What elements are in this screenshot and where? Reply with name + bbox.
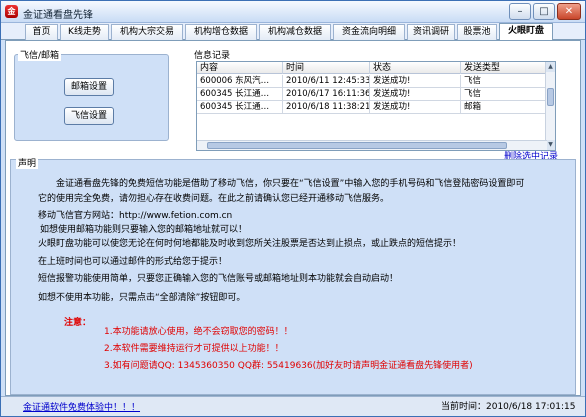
- tab-inst-increase[interactable]: 机构增仓数据: [185, 24, 257, 40]
- col-status[interactable]: 状态: [370, 62, 461, 74]
- title-bar: 金 金证通看盘先锋 – □ ✕: [1, 1, 585, 23]
- statement-line: 移动飞信官方网站：http://www.fetion.com.cn: [38, 211, 233, 221]
- scroll-up-icon[interactable]: ▲: [546, 62, 555, 72]
- tab-inst-decrease[interactable]: 机构减仓数据: [259, 24, 331, 40]
- row-type: 飞信: [461, 88, 547, 101]
- row-status: 发送成功!: [370, 101, 461, 114]
- records-vscrollbar[interactable]: ▲ ▼: [545, 62, 555, 150]
- current-time: 当前时间：2010/6/18 17:01:15: [441, 402, 576, 412]
- statement-line: 短信报警功能使用简单，只要您正确输入您的飞信账号或邮箱地址则本功能就会自动启动！: [38, 274, 399, 284]
- app-window: 金 金证通看盘先锋 – □ ✕ 首页 K线走势 机构大宗交易 机构增仓数据 机构…: [0, 0, 586, 417]
- tab-research[interactable]: 资讯调研: [407, 24, 455, 40]
- statement-line: 在上班时间也可以通过邮件的形式给您于提示！: [38, 257, 228, 267]
- free-trial-link[interactable]: 金证通软件免费体验中！！！: [23, 400, 140, 413]
- row-time: 2010/6/11 12:45:33: [283, 75, 370, 88]
- row-status: 发送成功!: [370, 88, 461, 101]
- statement-line: 金证通看盘先锋的免费短信功能是借助了移动飞信，你只要在“飞信设置”中输入您的手机…: [56, 179, 525, 189]
- fetion-group-label: 飞信/邮箱: [18, 48, 62, 61]
- table-row[interactable]: 600006 东风汽… 2010/6/11 12:45:33 发送成功! 飞信: [197, 75, 547, 88]
- statement-line: 如想使用邮箱功能则只要输入您的邮箱地址就可以！: [40, 225, 248, 235]
- email-settings-button[interactable]: 邮箱设置: [64, 78, 114, 96]
- col-content[interactable]: 内容: [197, 62, 283, 74]
- notice-line: 2.本软件需要维持运行才可提供以上功能！！: [104, 344, 284, 354]
- row-time: 2010/6/17 16:11:36: [283, 88, 370, 101]
- hscroll-thumb[interactable]: [207, 142, 507, 149]
- records-label: 信息记录: [192, 48, 233, 61]
- notice-label: 注意：: [64, 318, 92, 328]
- notice-line: 3.如有问题请QQ: 1345360350 QQ群: 55419636(加好友时…: [104, 361, 473, 371]
- tab-block-trade[interactable]: 机构大宗交易: [111, 24, 183, 40]
- records-list[interactable]: 内容 时间 状态 发送类型 600006 东风汽… 2010/6/11 12:4…: [196, 61, 556, 151]
- statement-line: 它的使用完全免费，请勿担心存在收费问题。在此之前请确认您已经开通移动飞信服务。: [38, 194, 390, 204]
- tab-content: 飞信/邮箱 邮箱设置 飞信设置 信息记录 内容 时间 状态 发送类型 60000…: [5, 40, 581, 396]
- records-header: 内容 时间 状态 发送类型: [197, 62, 547, 74]
- tab-home[interactable]: 首页: [25, 24, 58, 40]
- statement-line: 如想不使用本功能，只需点击“全部清除”按钮即可。: [38, 293, 246, 303]
- status-bar: 金证通软件免费体验中！！！ 当前时间：2010/6/18 17:01:15: [1, 396, 585, 416]
- row-content: 600345 长江通…: [197, 101, 283, 114]
- close-button[interactable]: ✕: [557, 3, 581, 20]
- table-row[interactable]: 600345 长江通… 2010/6/17 16:11:36 发送成功! 飞信: [197, 88, 547, 101]
- table-row[interactable]: 600345 长江通… 2010/6/18 11:38:21 发送成功! 邮箱: [197, 101, 547, 114]
- app-logo-icon: 金: [5, 5, 18, 18]
- fetion-group: [14, 54, 169, 141]
- tab-capital-flow[interactable]: 资金流向明细: [333, 24, 405, 40]
- row-type: 邮箱: [461, 101, 547, 114]
- fetion-settings-button[interactable]: 飞信设置: [64, 107, 114, 125]
- col-time[interactable]: 时间: [283, 62, 370, 74]
- records-hscrollbar[interactable]: [197, 140, 547, 150]
- window-title: 金证通看盘先锋: [23, 10, 93, 21]
- scroll-thumb[interactable]: [547, 88, 554, 106]
- notice-line: 1.本功能请放心使用，绝不会窃取您的密码！！: [104, 327, 293, 337]
- row-time: 2010/6/18 11:38:21: [283, 101, 370, 114]
- tab-stock-pool[interactable]: 股票池: [457, 24, 497, 40]
- row-content: 600345 长江通…: [197, 88, 283, 101]
- tab-kline[interactable]: K线走势: [60, 24, 109, 40]
- statement-label: 声明: [16, 156, 39, 169]
- maximize-button[interactable]: □: [533, 3, 555, 20]
- row-content: 600006 东风汽…: [197, 75, 283, 88]
- row-type: 飞信: [461, 75, 547, 88]
- col-type[interactable]: 发送类型: [461, 62, 547, 74]
- tab-fire-eye[interactable]: 火眼盯盘: [499, 23, 553, 41]
- statement-line: 火眼盯盘功能可以使您无论在何时何地都能及时收到您所关注股票是否达到止损点，或止跌…: [38, 239, 462, 249]
- row-status: 发送成功!: [370, 75, 461, 88]
- minimize-button[interactable]: –: [509, 3, 531, 20]
- tab-bar: 首页 K线走势 机构大宗交易 机构增仓数据 机构减仓数据 资金流向明细 资讯调研…: [1, 23, 585, 41]
